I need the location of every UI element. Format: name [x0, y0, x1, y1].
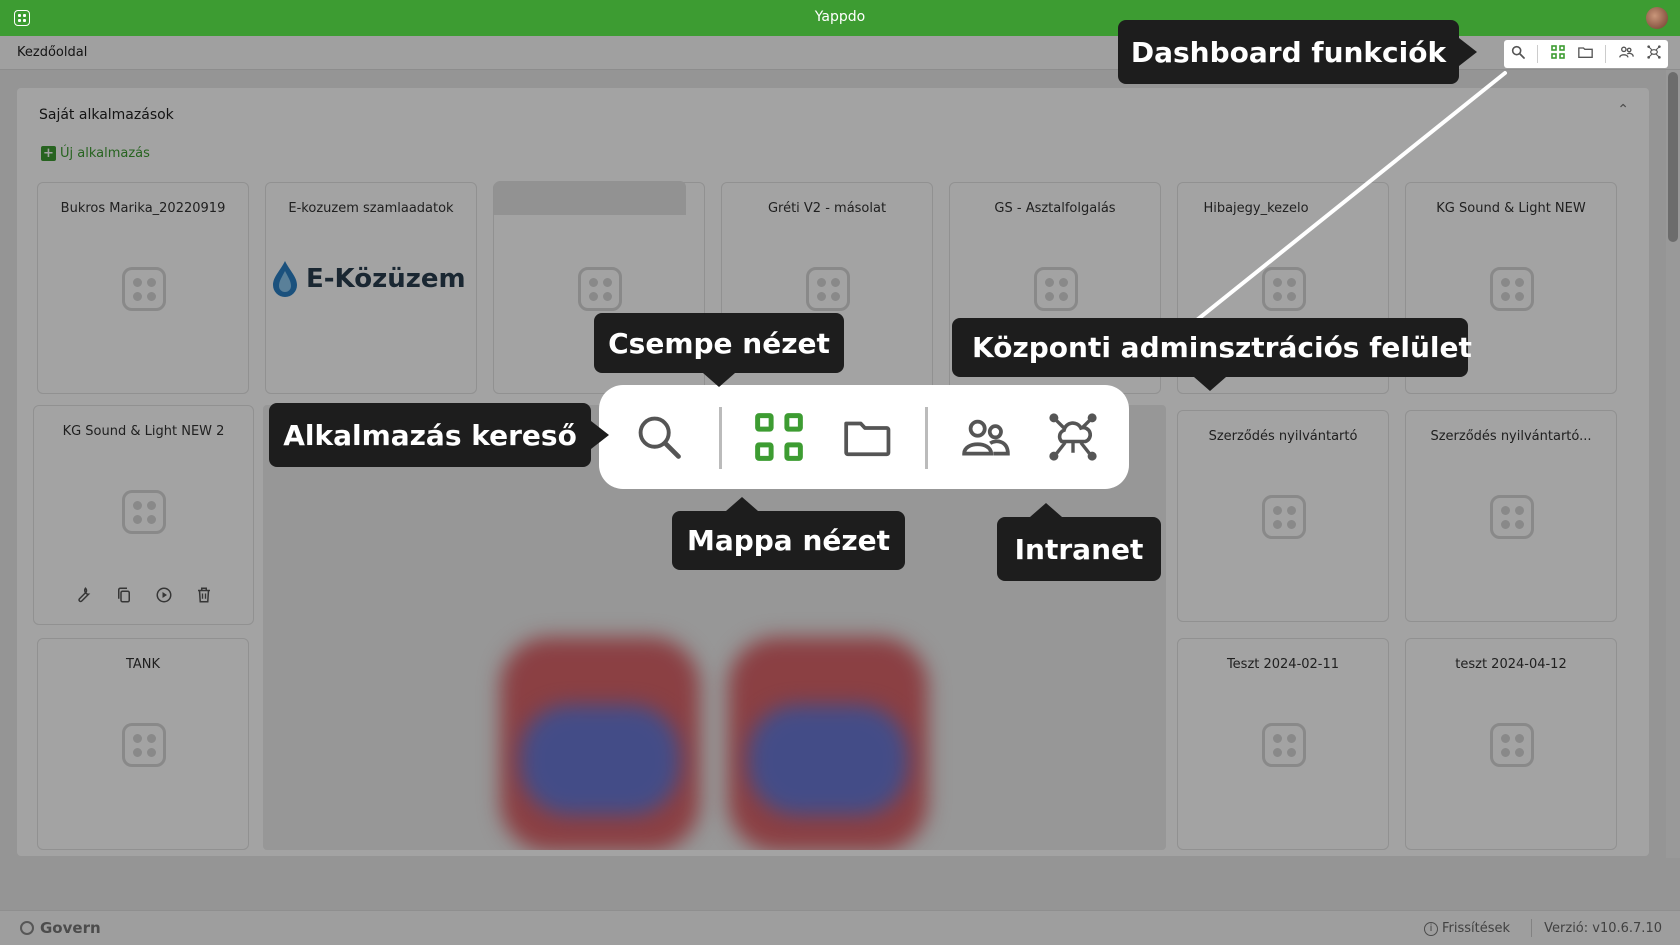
users-icon[interactable]	[956, 407, 1016, 467]
search-icon[interactable]	[629, 407, 689, 467]
grid-icon[interactable]	[749, 407, 809, 467]
callout-tile-view: Csempe nézet	[594, 313, 844, 387]
network-icon[interactable]	[1646, 44, 1662, 64]
callout-app-search: Alkalmazás kereső	[269, 403, 609, 467]
users-icon[interactable]	[1618, 44, 1635, 64]
dashboard-functions	[1504, 40, 1668, 68]
network-icon[interactable]	[1043, 407, 1103, 467]
callout-intranet: Intranet	[997, 503, 1161, 581]
callout-folder-view: Mappa nézet	[672, 497, 905, 570]
divider	[925, 407, 928, 469]
callout-dashboard: Dashboard funkciók	[1118, 20, 1477, 84]
folder-icon[interactable]	[1577, 44, 1594, 64]
divider	[1537, 45, 1539, 63]
folder-icon[interactable]	[837, 407, 897, 467]
divider	[1605, 45, 1607, 63]
callout-central-admin: Központi adminsztrációs felület	[952, 318, 1472, 391]
user-avatar[interactable]	[1646, 7, 1668, 29]
zoomed-toolbar	[599, 385, 1129, 489]
divider	[719, 407, 722, 469]
tutorial-overlay	[0, 36, 1680, 945]
search-icon[interactable]	[1510, 44, 1526, 64]
grid-icon[interactable]	[1550, 44, 1566, 64]
